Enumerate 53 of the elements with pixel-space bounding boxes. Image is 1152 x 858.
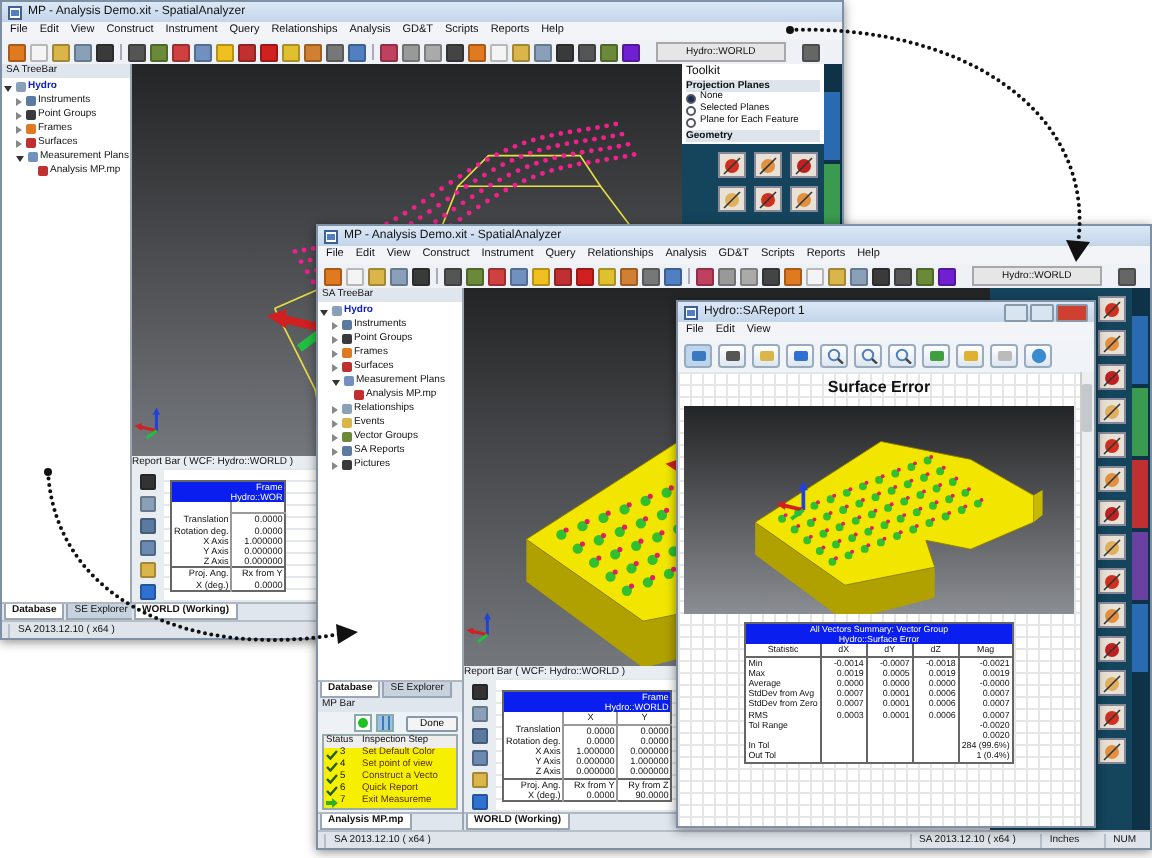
tool-icon[interactable]	[1098, 466, 1126, 492]
app-icon	[324, 229, 338, 243]
app-icon	[8, 5, 22, 19]
toolbar-button[interactable]	[684, 344, 712, 368]
tool-icon[interactable]	[1098, 602, 1126, 628]
toolbar-icon[interactable]	[801, 43, 820, 61]
tool-icon[interactable]	[754, 152, 782, 178]
tool-icon[interactable]	[790, 152, 818, 178]
axis-triad-icon	[776, 481, 808, 521]
toolbar-button[interactable]	[888, 344, 916, 368]
toolbar-button[interactable]	[922, 344, 950, 368]
close-button[interactable]	[1056, 303, 1088, 321]
maximize-button[interactable]	[1030, 303, 1054, 321]
axis-triad-icon	[466, 612, 491, 643]
tool-icon[interactable]	[1098, 704, 1126, 730]
tool-icon[interactable]	[1098, 670, 1126, 696]
tool-icon[interactable]	[754, 186, 782, 212]
tool-icon[interactable]	[718, 186, 746, 212]
arrow-icon	[326, 797, 338, 807]
minimize-button[interactable]	[1004, 303, 1028, 321]
magnifier-icon	[893, 348, 911, 364]
tool-icon[interactable]	[790, 186, 818, 212]
toolbar-button[interactable]	[718, 344, 746, 368]
scrollbar[interactable]	[1080, 372, 1094, 826]
toolbar-button[interactable]	[1024, 344, 1052, 368]
dot-icon[interactable]	[354, 714, 373, 732]
circle-icon	[1029, 348, 1047, 364]
folder-icon	[332, 306, 342, 316]
tool-icon[interactable]	[1098, 364, 1126, 390]
app-icon	[684, 305, 698, 319]
magnifier-icon	[825, 348, 843, 364]
tool-icon[interactable]	[1098, 296, 1126, 322]
tool-icon[interactable]	[1098, 432, 1126, 458]
toolbar-button[interactable]	[786, 344, 814, 368]
folder-icon	[16, 82, 26, 92]
radio-icon[interactable]	[686, 117, 696, 127]
axis-triad-icon	[134, 407, 161, 440]
radio-icon[interactable]	[686, 93, 696, 103]
radio-icon[interactable]	[686, 105, 696, 115]
tool-icon[interactable]	[1098, 738, 1126, 764]
tool-icon[interactable]	[1098, 330, 1126, 356]
tool-icon[interactable]	[1098, 568, 1126, 594]
tool-icon[interactable]	[718, 152, 746, 178]
toolbar-button[interactable]	[820, 344, 848, 368]
tool-icon[interactable]	[1098, 398, 1126, 424]
tool-icon[interactable]	[1098, 534, 1126, 560]
tool-icon[interactable]	[1098, 500, 1126, 526]
toolbar-icon[interactable]	[1117, 267, 1136, 285]
grid-icon[interactable]	[376, 714, 395, 732]
report-heading: Surface Error	[827, 376, 931, 400]
magnifier-icon	[859, 348, 877, 364]
toolbar-button[interactable]	[854, 344, 882, 368]
tool-icon[interactable]	[1098, 636, 1126, 662]
